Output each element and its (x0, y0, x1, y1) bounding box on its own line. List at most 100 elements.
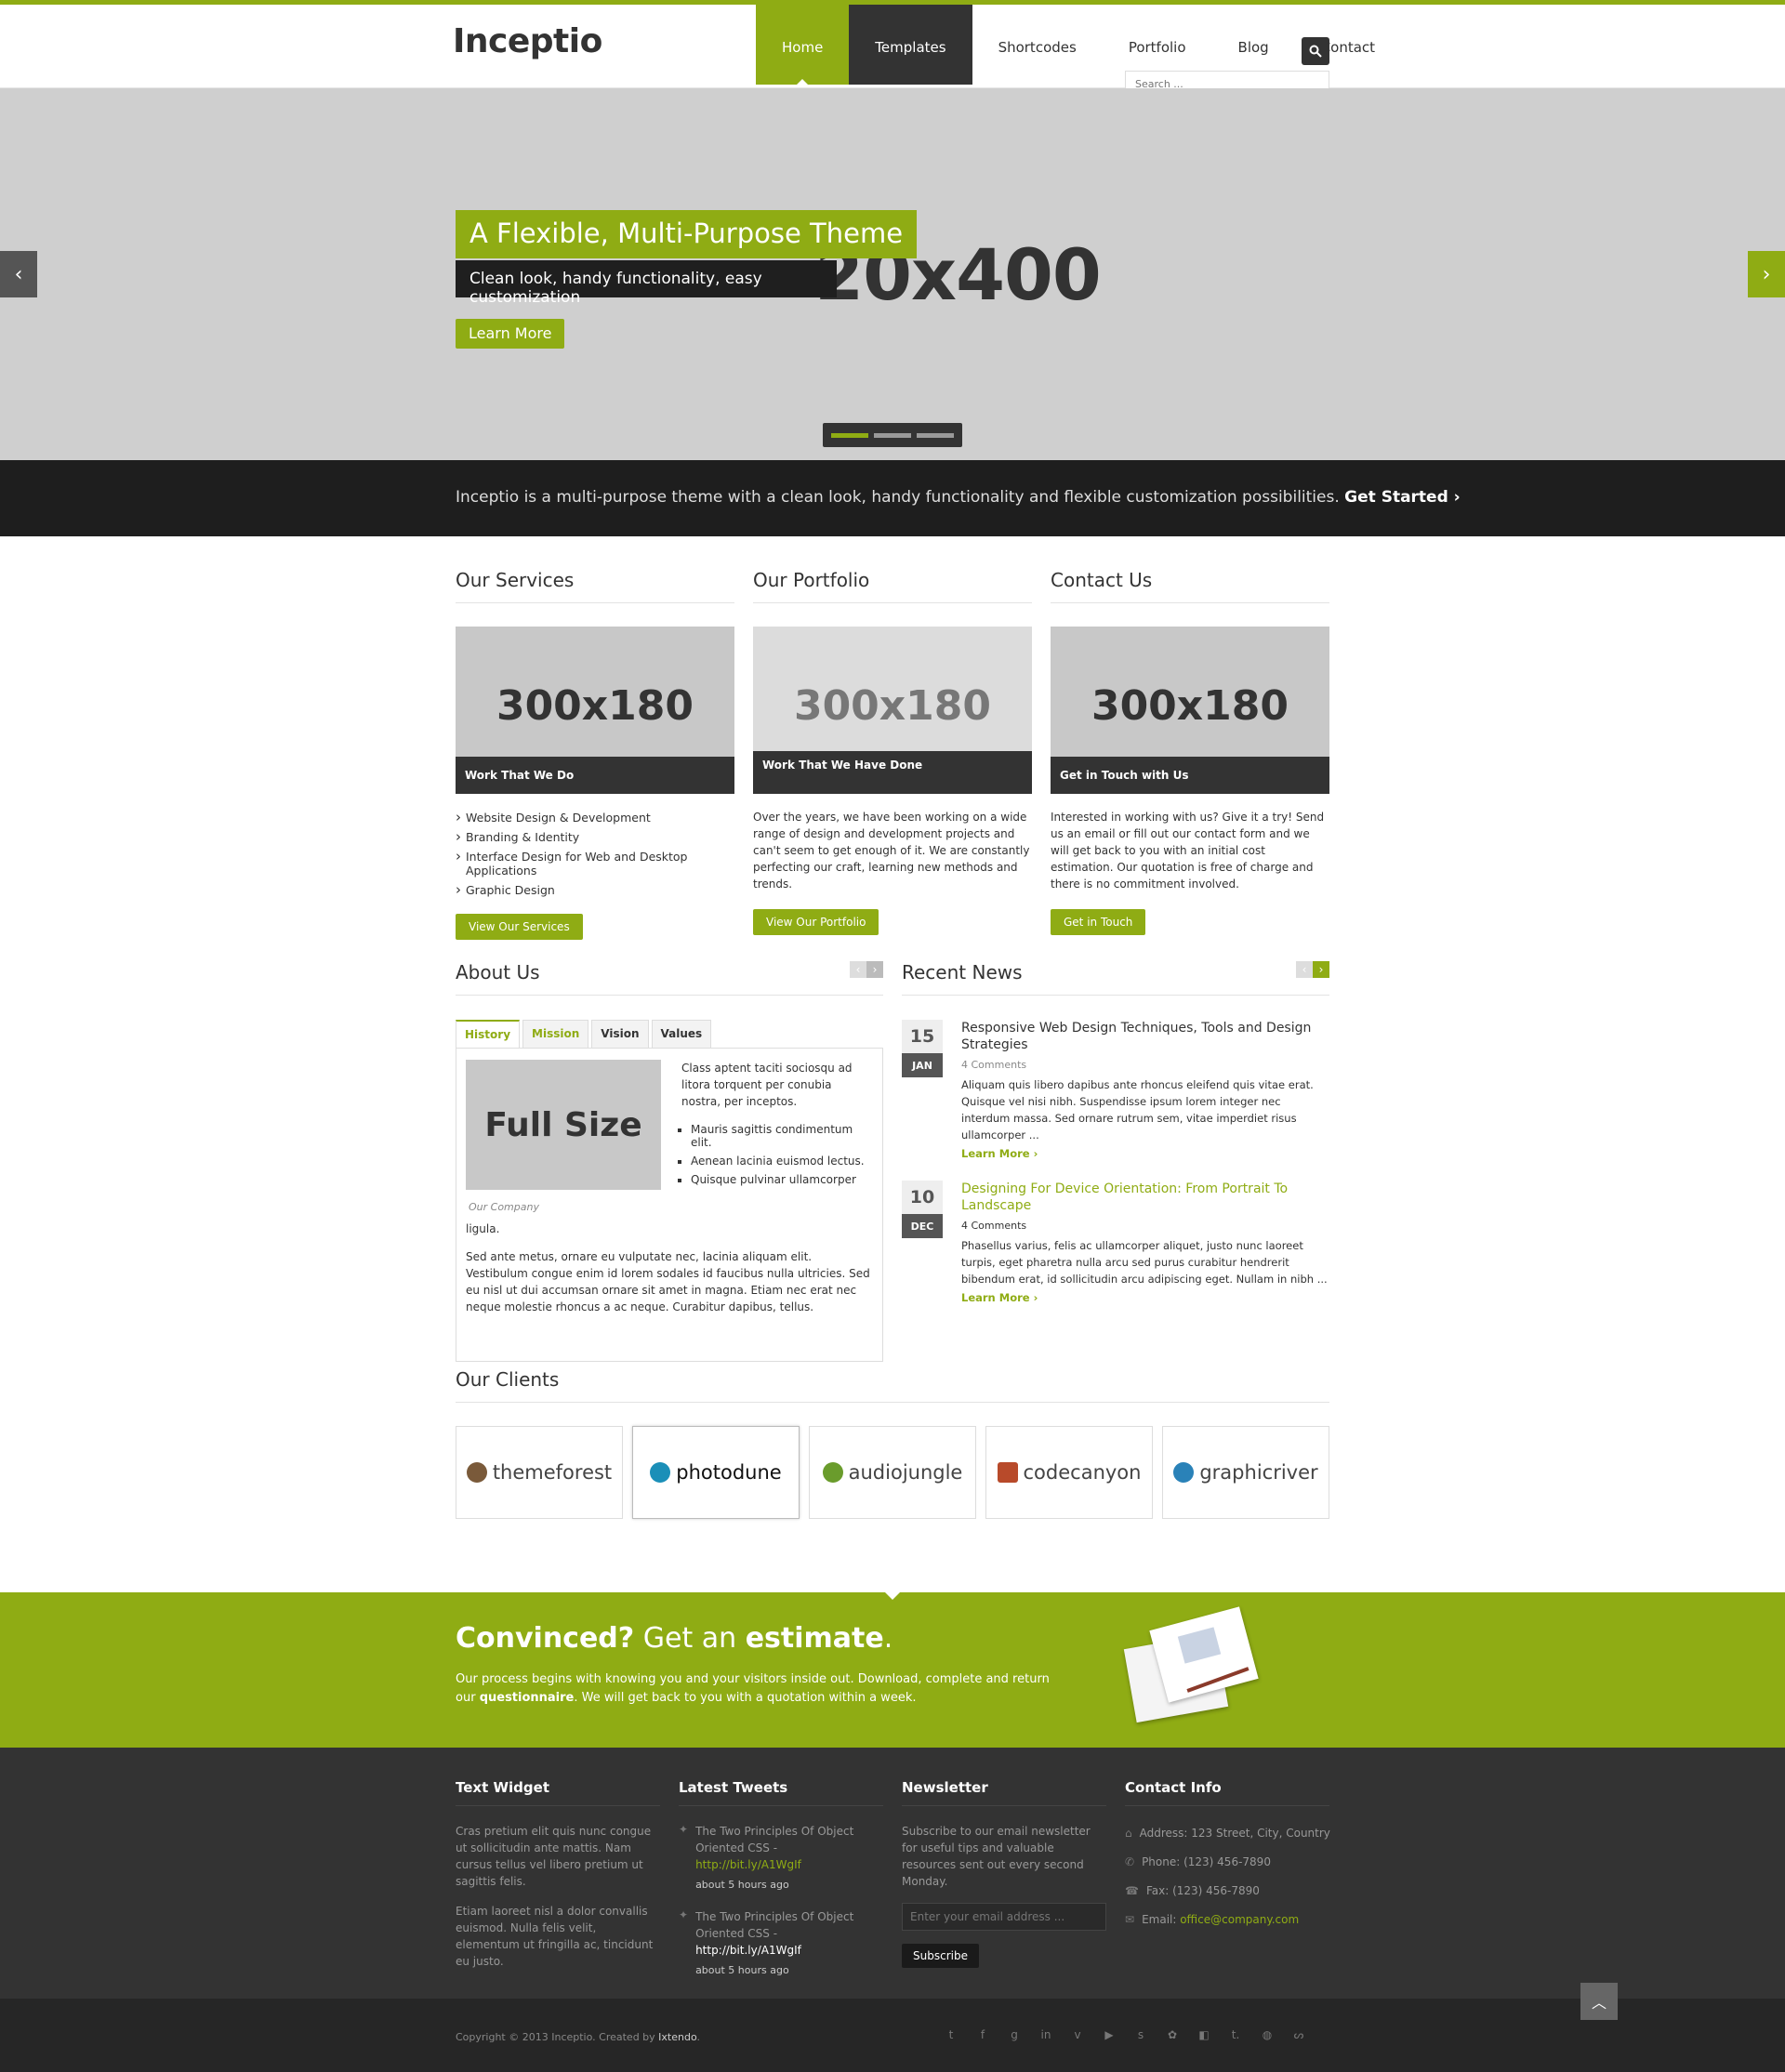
slider-pagination (823, 423, 962, 447)
tweet-time[interactable]: about 5 hours ago (695, 1962, 883, 1979)
client-name: graphicriver (1199, 1461, 1318, 1484)
nav-templates[interactable]: Templates (849, 5, 972, 85)
tumblr-icon[interactable]: t. (1225, 2025, 1246, 2045)
list-item[interactable]: Interface Design for Web and Desktop App… (456, 848, 734, 878)
contact-info-widget: Contact Info ⌂ Address: 123 Street, City,… (1125, 1779, 1330, 1926)
copyright-text: Copyright © 2013 Inceptio. Created by (456, 2031, 659, 2043)
tweet-link[interactable]: http://bit.ly/A1WgIf (695, 1944, 801, 1957)
slide-subtitle: Clean look, handy functionality, easy cu… (456, 260, 837, 307)
services-column: Our Services 300x180 Work That We Do Web… (456, 569, 734, 940)
client-logo-audiojungle[interactable]: audiojungle (809, 1426, 976, 1519)
portfolio-text: Over the years, we have been working on … (753, 811, 1030, 891)
questionnaire-link[interactable]: questionnaire (480, 1691, 575, 1705)
about-next-button[interactable]: › (866, 961, 883, 978)
news-next-button[interactable]: › (1313, 961, 1329, 978)
list-item[interactable]: Website Design & Development (456, 809, 734, 825)
cta-title-estimate: estimate (745, 1622, 884, 1655)
services-image[interactable]: 300x180 Work That We Do (456, 627, 734, 794)
slider-prev-button[interactable]: ‹ (0, 251, 37, 297)
client-logo-codecanyon[interactable]: codecanyon (985, 1426, 1153, 1519)
slide-dot-3[interactable] (917, 432, 954, 438)
nav-home[interactable]: Home (756, 5, 850, 86)
tweet-time[interactable]: about 5 hours ago (695, 1877, 883, 1894)
fax-text: Fax: (123) 456-7890 (1145, 1884, 1260, 1897)
dribbble-icon[interactable]: ◍ (1257, 2025, 1277, 2045)
estimate-cta: Convinced? Get an estimate. Our process … (0, 1592, 1785, 1748)
news-learn-more[interactable]: Learn More › (961, 1291, 1329, 1304)
tweet-item: ✦ The Two Principles Of Object Oriented … (679, 1823, 883, 1894)
slider-next-button[interactable]: › (1748, 251, 1785, 297)
author-link[interactable]: Ixtendo (658, 2031, 696, 2043)
newsletter-heading: Newsletter (902, 1779, 1106, 1806)
services-heading: Our Services (456, 569, 734, 603)
view-services-button[interactable]: View Our Services (456, 914, 583, 940)
nav-shortcodes[interactable]: Shortcodes (972, 5, 1103, 85)
news-learn-more[interactable]: Learn More › (961, 1147, 1329, 1160)
cta-title-convinced: Convinced? (456, 1622, 635, 1655)
contact-heading: Contact Us (1051, 569, 1329, 603)
news-title[interactable]: Responsive Web Design Techniques, Tools … (961, 1020, 1329, 1053)
news-date: 10 DEC (902, 1181, 943, 1304)
skype-icon[interactable]: s (1130, 2025, 1151, 2045)
search-button[interactable] (1302, 37, 1329, 65)
slide-dot-2[interactable] (874, 432, 911, 438)
email-label: Email: (1142, 1913, 1181, 1926)
tab-vision[interactable]: Vision (591, 1020, 649, 1048)
chevron-left-icon: ‹ (14, 262, 23, 286)
slide-dot-1[interactable] (831, 432, 868, 438)
news-date: 15 JAN (902, 1020, 943, 1160)
site-logo[interactable]: Inceptio (453, 22, 602, 60)
tweet-link[interactable]: http://bit.ly/A1WgIf (695, 1858, 801, 1871)
news-prev-button[interactable]: ‹ (1296, 961, 1313, 978)
client-name: photodune (676, 1461, 782, 1484)
chevron-right-icon: › (1762, 262, 1771, 286)
news-comments[interactable]: 4 Comments (961, 1220, 1329, 1232)
get-in-touch-button[interactable]: Get in Touch (1051, 909, 1146, 935)
vimeo-icon[interactable]: v (1067, 2025, 1088, 2045)
news-comments[interactable]: 4 Comments (961, 1059, 1329, 1071)
portfolio-image[interactable]: 300x180 Work That We Have Done (753, 627, 1032, 794)
google-plus-icon[interactable]: g (1004, 2025, 1025, 2045)
search-icon (1309, 45, 1322, 58)
about-pager: ‹ › (850, 961, 883, 978)
list-item[interactable]: Graphic Design (456, 881, 734, 898)
delicious-icon[interactable]: ◧ (1194, 2025, 1214, 2045)
myspace-icon[interactable]: ✿ (1162, 2025, 1183, 2045)
tweets-heading: Latest Tweets (679, 1779, 883, 1806)
stumbleupon-icon[interactable]: ᔕ (1289, 2025, 1309, 2045)
about-bullets: Mauris sagittis condimentum elit. Aenean… (681, 1123, 873, 1186)
about-prev-button[interactable]: ‹ (850, 961, 866, 978)
cta-title-get: Get an (642, 1622, 737, 1655)
linkedin-icon[interactable]: in (1036, 2025, 1056, 2045)
email-link[interactable]: office@company.com (1180, 1913, 1299, 1926)
get-started-link[interactable]: Get Started › (1344, 488, 1461, 507)
list-item: Quisque pulvinar ullamcorper (691, 1173, 873, 1186)
about-intro: Class aptent taciti sociosqu ad litora t… (681, 1062, 853, 1108)
contact-image[interactable]: 300x180 Get in Touch with Us (1051, 627, 1329, 794)
client-logo-themeforest[interactable]: themeforest (456, 1426, 623, 1519)
tab-mission[interactable]: Mission (522, 1020, 589, 1048)
news-title[interactable]: Designing For Device Orientation: From P… (961, 1181, 1329, 1214)
twitter-icon[interactable]: t (941, 2025, 961, 2045)
facebook-icon[interactable]: f (972, 2025, 993, 2045)
view-portfolio-button[interactable]: View Our Portfolio (753, 909, 879, 935)
mail-icon: ✉ (1125, 1913, 1135, 1926)
newsletter-email-input[interactable] (902, 1903, 1106, 1931)
services-image-label: 300x180 (496, 682, 694, 730)
list-item[interactable]: Branding & Identity (456, 828, 734, 845)
youtube-icon[interactable]: ▶ (1099, 2025, 1119, 2045)
tab-values[interactable]: Values (651, 1020, 712, 1048)
contact-email: ✉ Email: office@company.com (1125, 1913, 1330, 1926)
clients-heading: Our Clients (456, 1368, 1329, 1403)
client-logo-graphicriver[interactable]: graphicriver (1162, 1426, 1329, 1519)
subscribe-button[interactable]: Subscribe (902, 1944, 979, 1968)
cta-title-period: . (883, 1622, 893, 1655)
back-to-top-button[interactable]: ︿ (1580, 1983, 1618, 2020)
tweets-widget: Latest Tweets ✦ The Two Principles Of Ob… (679, 1779, 883, 1979)
clients-row: themeforest photodune audiojungle codeca… (456, 1426, 1329, 1519)
tab-history[interactable]: History (456, 1020, 521, 1048)
client-logo-photodune[interactable]: photodune (632, 1426, 800, 1519)
learn-more-button[interactable]: Learn More (456, 319, 565, 349)
news-item: 10 DEC Designing For Device Orientation:… (902, 1181, 1329, 1304)
client-name: themeforest (492, 1461, 613, 1484)
